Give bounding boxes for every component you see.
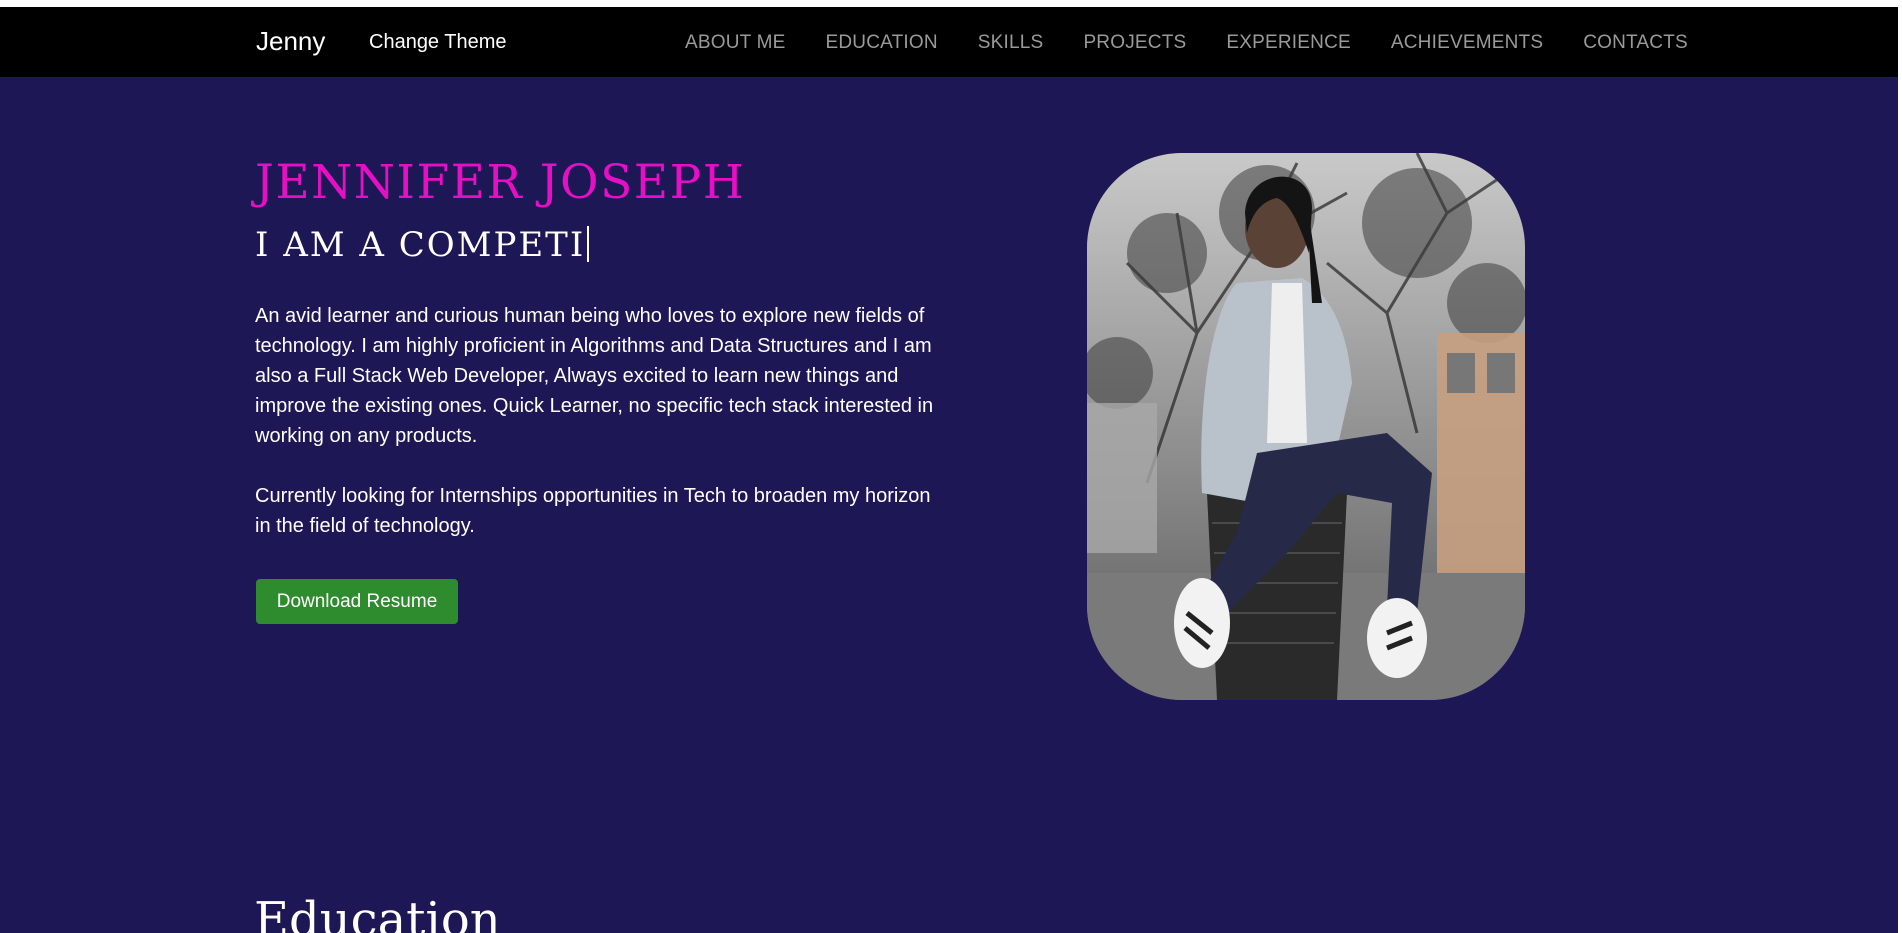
- portfolio-viewport: Jenny Change Theme ABOUT ME EDUCATION SK…: [0, 7, 1898, 933]
- nav-link-skills[interactable]: SKILLS: [978, 32, 1044, 54]
- navbar: Jenny Change Theme ABOUT ME EDUCATION SK…: [0, 7, 1898, 77]
- nav-links: ABOUT ME EDUCATION SKILLS PROJECTS EXPER…: [685, 32, 1688, 54]
- page: Jenny Change Theme ABOUT ME EDUCATION SK…: [0, 0, 1902, 933]
- typed-role-value: I AM A COMPETI: [255, 225, 586, 265]
- change-theme-button[interactable]: Change Theme: [369, 31, 507, 54]
- typed-role-text: I AM A COMPETI: [255, 225, 589, 265]
- education-section-title: Education: [254, 892, 501, 933]
- nav-link-projects[interactable]: PROJECTS: [1083, 32, 1186, 54]
- profile-photo: [1087, 153, 1525, 700]
- bio-paragraph: An avid learner and curious human being …: [255, 305, 934, 447]
- download-resume-button[interactable]: Download Resume: [256, 579, 458, 624]
- profile-photo-image: [1087, 153, 1525, 700]
- nav-link-experience[interactable]: EXPERIENCE: [1226, 32, 1350, 54]
- brand-link[interactable]: Jenny: [256, 26, 325, 57]
- hero-name: JENNIFER JOSEPH: [255, 155, 746, 210]
- typing-cursor: [587, 226, 589, 262]
- internship-paragraph: Currently looking for Internships opport…: [255, 485, 931, 537]
- nav-link-about-me[interactable]: ABOUT ME: [685, 32, 786, 54]
- nav-link-achievements[interactable]: ACHIEVEMENTS: [1391, 32, 1543, 54]
- nav-link-education[interactable]: EDUCATION: [826, 32, 938, 54]
- nav-link-contacts[interactable]: CONTACTS: [1583, 32, 1688, 54]
